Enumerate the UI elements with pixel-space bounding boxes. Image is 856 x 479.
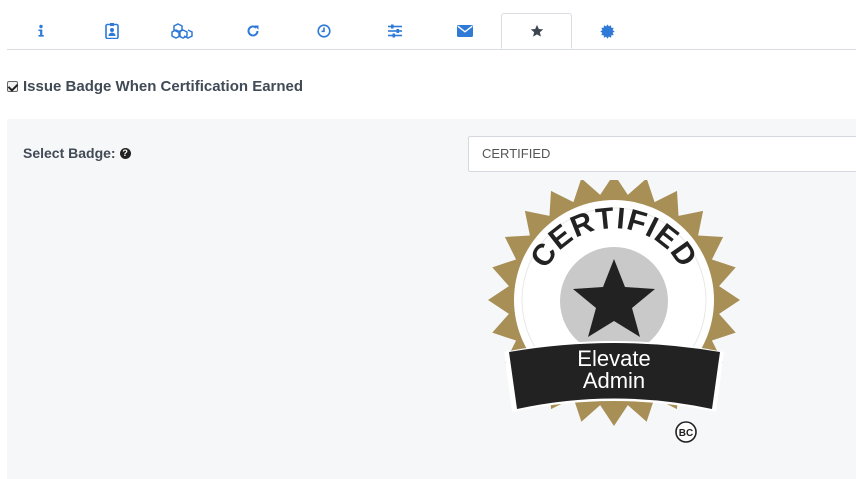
envelope-icon xyxy=(457,25,473,37)
info-icon xyxy=(38,24,44,37)
tab-envelope[interactable] xyxy=(431,13,499,49)
sliders-icon xyxy=(388,24,402,38)
badge-select[interactable]: CERTIFIED xyxy=(468,136,856,172)
issue-badge-checkbox[interactable] xyxy=(7,80,18,92)
clock-icon xyxy=(317,24,331,38)
tab-bar xyxy=(7,13,856,50)
issue-badge-row: Issue Badge When Certification Earned xyxy=(7,77,303,95)
badge-settings-panel: Select Badge: ? CERTIFIED CERTIFIED Elev… xyxy=(7,119,856,479)
id-badge-icon xyxy=(105,23,119,39)
badge-image: CERTIFIED Elevate Admin BC xyxy=(488,180,740,443)
tab-clock[interactable] xyxy=(290,13,358,49)
select-badge-label-wrap: Select Badge: ? xyxy=(23,145,131,161)
star-icon xyxy=(530,24,543,37)
select-badge-label: Select Badge: xyxy=(23,145,116,161)
tab-cubes[interactable] xyxy=(148,13,216,49)
tab-badge[interactable] xyxy=(501,13,572,49)
issue-badge-label: Issue Badge When Certification Earned xyxy=(23,77,304,95)
tab-certificate[interactable] xyxy=(573,13,641,49)
tab-id-badge[interactable] xyxy=(78,13,146,49)
badge-select-value: CERTIFIED xyxy=(482,146,551,161)
tab-info[interactable] xyxy=(7,13,75,49)
tab-sliders[interactable] xyxy=(361,13,429,49)
tab-refresh[interactable] xyxy=(219,13,287,49)
question-circle-icon[interactable]: ? xyxy=(119,147,131,159)
cubes-icon xyxy=(171,23,193,39)
certificate-icon xyxy=(599,23,615,39)
badge-ribbon-line2: Admin xyxy=(583,368,645,393)
refresh-icon xyxy=(247,25,259,37)
badge-mark: BC xyxy=(679,428,693,439)
